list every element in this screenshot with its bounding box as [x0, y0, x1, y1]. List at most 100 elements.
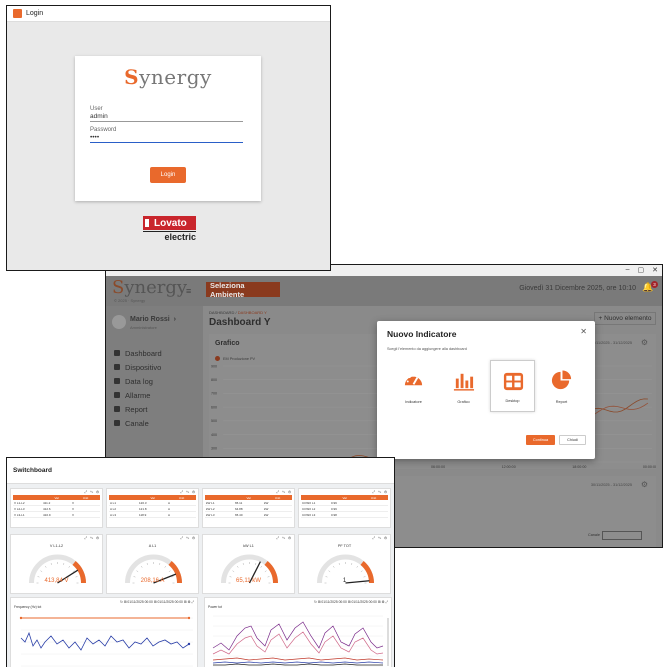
y-tick-label: 300 [211, 447, 217, 451]
close-icon[interactable]: ✕ [652, 266, 658, 274]
chart-date-range[interactable]: 30/11/2025 - 31/12/2025 [591, 341, 632, 345]
gear-icon[interactable]: ⚙ [641, 480, 648, 489]
y-tick-label: 600 [211, 405, 217, 409]
lovato-logo: Lovato electric [143, 216, 196, 243]
table-card: ⤢ ✎ ⚙ Val Unit kW L1 65.11 kW kW L2 64.88 kW kW L… [202, 488, 295, 528]
line-chart-card: ↻ ⊞ 01/11/2025 00:00 ⊞ 01/11/2025 00:00 … [10, 597, 198, 667]
option-report[interactable]: Report [539, 360, 584, 412]
gear-icon[interactable]: ⚙ [641, 338, 648, 347]
card-tools-icon[interactable]: ⤢ ✎ ⚙ [180, 490, 196, 494]
close-button[interactable]: Chiudi [559, 435, 586, 445]
x-tick-label: 06:00:00 [431, 465, 445, 469]
new-element-button[interactable]: + Nuovo elemento [594, 312, 656, 325]
second-date-range[interactable]: 30/11/2025 - 31/12/2025 [591, 483, 632, 487]
breadcrumb: DASHBOARD / DASHBOARD Y [209, 310, 267, 315]
user-field[interactable]: User admin [90, 106, 243, 122]
gauge-title: A L1 [148, 544, 157, 548]
frequency-chart [19, 616, 193, 667]
table-header: Val Unit [13, 495, 100, 500]
x-tick-label: 12:00:00 [502, 465, 516, 469]
user-input[interactable]: admin [90, 112, 243, 122]
card-tools-icon[interactable]: ⤢ ✎ ⚙ [372, 536, 388, 540]
table-header: Val Unit [205, 495, 292, 500]
close-icon[interactable]: ✕ [580, 327, 587, 336]
card-tools-icon[interactable]: ⤢ ✎ ⚙ [180, 536, 196, 540]
table-card: ⤢ ✎ ⚙ Val Unit V L1-L2 411.2 V V L2-L3 412.6 V V … [10, 488, 103, 528]
gauge-title: PF TOT [337, 544, 352, 548]
sidebar-item-canale[interactable]: Canale [114, 416, 162, 430]
table-row: kW L1 65.11 kW [205, 501, 292, 506]
y-tick-label: 700 [211, 392, 217, 396]
select-input[interactable] [602, 531, 642, 540]
table-row: A L2 121.8 A [109, 507, 196, 512]
option-grafico[interactable]: Grafico [441, 360, 486, 412]
y-tick-label: 800 [211, 378, 217, 382]
table-row: kW L2 64.88 kW [205, 507, 292, 512]
gauge-card: ⤢ ✎ ⚙ PF TOT 1 [298, 534, 391, 594]
card-tools-icon[interactable]: ⤢ ✎ ⚙ [84, 490, 100, 494]
card-tools-icon[interactable]: ⤢ ✎ ⚙ [84, 536, 100, 540]
continue-button[interactable]: Continua [526, 435, 555, 445]
table-row: V L2-L3 412.6 V [13, 507, 100, 512]
page-title: Switchboard [13, 467, 53, 474]
sidebar-item-dispositivo[interactable]: Dispositivo [114, 360, 162, 374]
card-tools-icon[interactable]: ⤢ ✎ ⚙ [276, 490, 292, 494]
table-row: COSFI L3 0.98 [301, 513, 388, 518]
login-titlebar: Login [7, 6, 330, 22]
new-indicator-modal: Nuovo Indicatore ✕ Scegli l'elemento da … [377, 321, 595, 459]
y-tick-label: 900 [211, 364, 217, 368]
password-input[interactable]: •••• [90, 133, 243, 143]
line-chart-card: ↻ ⊞ 01/11/2025 00:00 ⊞ 01/11/2025 00:00 … [204, 597, 392, 667]
sidebar-item-data-log[interactable]: Data log [114, 374, 162, 388]
option-desktop[interactable]: Desktop [490, 360, 535, 412]
gauge-icon [404, 374, 423, 386]
table-row: A L1 120.3 A [109, 501, 196, 506]
card-tools-icon[interactable]: ⤢ ✎ ⚙ [372, 490, 388, 494]
chart-legend: EM Produzione PV [215, 356, 255, 361]
table-header: Val Unit [301, 495, 388, 500]
sidebar-item-dashboard[interactable]: Dashboard [114, 346, 162, 360]
avatar [112, 315, 126, 329]
y-tick-label: 400 [211, 433, 217, 437]
power-chart [212, 615, 389, 667]
user-name: Mario Rossi › [130, 316, 176, 323]
option-indicatore[interactable]: Indicatore [391, 360, 436, 412]
table-card: ⤢ ✎ ⚙ Val Unit A L1 120.3 A A L2 121.8 A A L3 118.… [106, 488, 199, 528]
x-tick-label: 18:00:00 [572, 465, 586, 469]
modal-title: Nuovo Indicatore [387, 329, 457, 339]
table-row: COSFI L1 0.99 [301, 501, 388, 506]
y-tick-label: 500 [211, 419, 217, 423]
table-row: kW L3 65.40 kW [205, 513, 292, 518]
logo-subtitle: © 2025 · Synergy [114, 298, 146, 303]
gauge-value: 1 [342, 578, 347, 584]
bell-icon [114, 392, 120, 398]
table-row: COSFI L2 0.99 [301, 507, 388, 512]
sidebar-nav: Dashboard Dispositivo Data log Allarme R… [114, 346, 162, 430]
login-card: Synergy User admin Password •••• Login [75, 56, 261, 201]
sidebar-item-allarme[interactable]: Allarme [114, 388, 162, 402]
switchboard-window: Switchboard ⤢ ✎ ⚙ Val Unit V L1-L2 411.2 V V L… [6, 457, 395, 667]
table-header: Val Unit [109, 495, 196, 500]
select-environment-button[interactable]: Seleziona Ambiente [206, 281, 280, 299]
login-button[interactable]: Login [150, 167, 186, 183]
menu-icon[interactable]: ≡ [186, 286, 191, 296]
user-menu[interactable]: Mario Rossi › Amministratore [112, 312, 198, 338]
synergy-logo: Synergy [124, 65, 212, 89]
table-row: V L3-L1 410.9 V [13, 513, 100, 518]
maximize-icon[interactable]: ▢ [638, 266, 645, 274]
minimize-icon[interactable]: – [626, 266, 630, 274]
select-label: Canale [587, 533, 600, 537]
switchboard-header: Switchboard [7, 458, 394, 484]
x-tick-label: 00:00:00 [643, 465, 656, 469]
table-row: A L3 118.9 A [109, 513, 196, 518]
current-date: Giovedì 31 Dicembre 2025, ore 10:10 [519, 285, 636, 292]
grid-icon [114, 350, 120, 356]
sidebar-item-report[interactable]: Report [114, 402, 162, 416]
table-card: ⤢ ✎ ⚙ Val Unit COSFI L1 0.99 COSFI L2 0.99 COSF… [298, 488, 391, 528]
network-icon [114, 420, 120, 426]
gauge-value: 65,11 kW [236, 578, 261, 584]
card-tools-icon[interactable]: ⤢ ✎ ⚙ [276, 536, 292, 540]
login-window: Login Synergy User admin Password •••• L… [6, 5, 331, 271]
password-field[interactable]: Password •••• [90, 127, 243, 143]
device-icon [114, 364, 120, 370]
